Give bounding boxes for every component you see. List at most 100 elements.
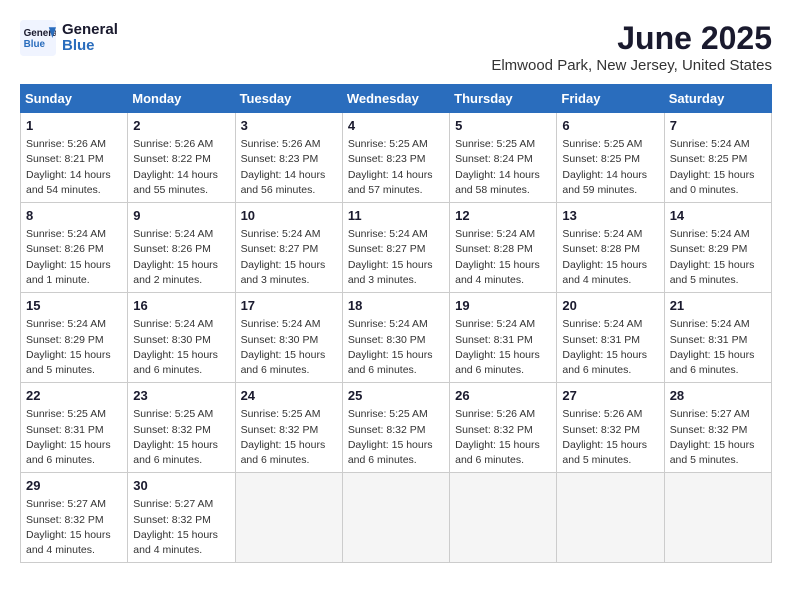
- day-number: 24: [241, 387, 337, 405]
- day-number: 22: [26, 387, 122, 405]
- logo-icon: General Blue: [20, 20, 56, 56]
- calendar-cell: [235, 473, 342, 563]
- day-number: 6: [562, 117, 658, 135]
- calendar-cell: 27 Sunrise: 5:26 AM Sunset: 8:32 PM Dayl…: [557, 383, 664, 473]
- calendar-cell: 10 Sunrise: 5:24 AM Sunset: 8:27 PM Dayl…: [235, 203, 342, 293]
- day-detail: Sunrise: 5:25 AM Sunset: 8:31 PM Dayligh…: [26, 407, 122, 468]
- day-detail: Sunrise: 5:26 AM Sunset: 8:21 PM Dayligh…: [26, 137, 122, 198]
- day-detail: Sunrise: 5:25 AM Sunset: 8:32 PM Dayligh…: [241, 407, 337, 468]
- calendar-cell: [557, 473, 664, 563]
- calendar-cell: [664, 473, 771, 563]
- day-detail: Sunrise: 5:26 AM Sunset: 8:32 PM Dayligh…: [455, 407, 551, 468]
- calendar-cell: 15 Sunrise: 5:24 AM Sunset: 8:29 PM Dayl…: [21, 293, 128, 383]
- calendar-cell: [342, 473, 449, 563]
- calendar-cell: 20 Sunrise: 5:24 AM Sunset: 8:31 PM Dayl…: [557, 293, 664, 383]
- day-detail: Sunrise: 5:24 AM Sunset: 8:28 PM Dayligh…: [455, 227, 551, 288]
- day-detail: Sunrise: 5:24 AM Sunset: 8:30 PM Dayligh…: [348, 317, 444, 378]
- calendar-cell: 6 Sunrise: 5:25 AM Sunset: 8:25 PM Dayli…: [557, 113, 664, 203]
- day-number: 3: [241, 117, 337, 135]
- day-number: 2: [133, 117, 229, 135]
- day-number: 9: [133, 207, 229, 225]
- weekday-header-monday: Monday: [128, 85, 235, 113]
- day-detail: Sunrise: 5:25 AM Sunset: 8:32 PM Dayligh…: [348, 407, 444, 468]
- calendar-cell: 28 Sunrise: 5:27 AM Sunset: 8:32 PM Dayl…: [664, 383, 771, 473]
- day-number: 25: [348, 387, 444, 405]
- day-detail: Sunrise: 5:24 AM Sunset: 8:26 PM Dayligh…: [26, 227, 122, 288]
- weekday-header-friday: Friday: [557, 85, 664, 113]
- day-number: 4: [348, 117, 444, 135]
- location-title: Elmwood Park, New Jersey, United States: [491, 57, 772, 74]
- calendar-table: SundayMondayTuesdayWednesdayThursdayFrid…: [20, 84, 772, 563]
- day-detail: Sunrise: 5:26 AM Sunset: 8:32 PM Dayligh…: [562, 407, 658, 468]
- logo-text-general: General: [62, 22, 118, 39]
- calendar-cell: 2 Sunrise: 5:26 AM Sunset: 8:22 PM Dayli…: [128, 113, 235, 203]
- calendar-cell: 18 Sunrise: 5:24 AM Sunset: 8:30 PM Dayl…: [342, 293, 449, 383]
- day-number: 14: [670, 207, 766, 225]
- day-number: 23: [133, 387, 229, 405]
- month-title: June 2025: [491, 20, 772, 57]
- calendar-cell: 16 Sunrise: 5:24 AM Sunset: 8:30 PM Dayl…: [128, 293, 235, 383]
- day-detail: Sunrise: 5:27 AM Sunset: 8:32 PM Dayligh…: [670, 407, 766, 468]
- calendar-cell: 19 Sunrise: 5:24 AM Sunset: 8:31 PM Dayl…: [450, 293, 557, 383]
- page-header: General Blue General Blue June 2025 Elmw…: [20, 20, 772, 74]
- day-detail: Sunrise: 5:24 AM Sunset: 8:30 PM Dayligh…: [133, 317, 229, 378]
- weekday-header-thursday: Thursday: [450, 85, 557, 113]
- logo: General Blue General Blue: [20, 20, 118, 56]
- day-detail: Sunrise: 5:27 AM Sunset: 8:32 PM Dayligh…: [26, 497, 122, 558]
- calendar-cell: 23 Sunrise: 5:25 AM Sunset: 8:32 PM Dayl…: [128, 383, 235, 473]
- calendar-cell: 17 Sunrise: 5:24 AM Sunset: 8:30 PM Dayl…: [235, 293, 342, 383]
- calendar-cell: 11 Sunrise: 5:24 AM Sunset: 8:27 PM Dayl…: [342, 203, 449, 293]
- day-detail: Sunrise: 5:25 AM Sunset: 8:24 PM Dayligh…: [455, 137, 551, 198]
- week-row-1: 1 Sunrise: 5:26 AM Sunset: 8:21 PM Dayli…: [21, 113, 772, 203]
- calendar-cell: 26 Sunrise: 5:26 AM Sunset: 8:32 PM Dayl…: [450, 383, 557, 473]
- day-detail: Sunrise: 5:25 AM Sunset: 8:32 PM Dayligh…: [133, 407, 229, 468]
- day-number: 12: [455, 207, 551, 225]
- day-detail: Sunrise: 5:24 AM Sunset: 8:27 PM Dayligh…: [241, 227, 337, 288]
- day-number: 8: [26, 207, 122, 225]
- day-number: 5: [455, 117, 551, 135]
- day-detail: Sunrise: 5:24 AM Sunset: 8:29 PM Dayligh…: [26, 317, 122, 378]
- week-row-5: 29 Sunrise: 5:27 AM Sunset: 8:32 PM Dayl…: [21, 473, 772, 563]
- day-number: 18: [348, 297, 444, 315]
- calendar-cell: 22 Sunrise: 5:25 AM Sunset: 8:31 PM Dayl…: [21, 383, 128, 473]
- weekday-header-row: SundayMondayTuesdayWednesdayThursdayFrid…: [21, 85, 772, 113]
- day-number: 15: [26, 297, 122, 315]
- day-detail: Sunrise: 5:25 AM Sunset: 8:23 PM Dayligh…: [348, 137, 444, 198]
- weekday-header-saturday: Saturday: [664, 85, 771, 113]
- day-detail: Sunrise: 5:27 AM Sunset: 8:32 PM Dayligh…: [133, 497, 229, 558]
- day-detail: Sunrise: 5:24 AM Sunset: 8:31 PM Dayligh…: [670, 317, 766, 378]
- day-number: 7: [670, 117, 766, 135]
- day-number: 20: [562, 297, 658, 315]
- day-number: 28: [670, 387, 766, 405]
- calendar-cell: 1 Sunrise: 5:26 AM Sunset: 8:21 PM Dayli…: [21, 113, 128, 203]
- title-block: June 2025 Elmwood Park, New Jersey, Unit…: [491, 20, 772, 74]
- day-detail: Sunrise: 5:24 AM Sunset: 8:27 PM Dayligh…: [348, 227, 444, 288]
- weekday-header-wednesday: Wednesday: [342, 85, 449, 113]
- day-detail: Sunrise: 5:24 AM Sunset: 8:25 PM Dayligh…: [670, 137, 766, 198]
- day-number: 17: [241, 297, 337, 315]
- day-number: 16: [133, 297, 229, 315]
- logo-text-blue: Blue: [62, 38, 118, 55]
- day-number: 29: [26, 477, 122, 495]
- calendar-cell: [450, 473, 557, 563]
- day-number: 26: [455, 387, 551, 405]
- calendar-cell: 29 Sunrise: 5:27 AM Sunset: 8:32 PM Dayl…: [21, 473, 128, 563]
- day-detail: Sunrise: 5:26 AM Sunset: 8:23 PM Dayligh…: [241, 137, 337, 198]
- calendar-cell: 21 Sunrise: 5:24 AM Sunset: 8:31 PM Dayl…: [664, 293, 771, 383]
- week-row-4: 22 Sunrise: 5:25 AM Sunset: 8:31 PM Dayl…: [21, 383, 772, 473]
- day-detail: Sunrise: 5:24 AM Sunset: 8:31 PM Dayligh…: [455, 317, 551, 378]
- day-detail: Sunrise: 5:24 AM Sunset: 8:28 PM Dayligh…: [562, 227, 658, 288]
- day-number: 1: [26, 117, 122, 135]
- weekday-header-tuesday: Tuesday: [235, 85, 342, 113]
- day-detail: Sunrise: 5:26 AM Sunset: 8:22 PM Dayligh…: [133, 137, 229, 198]
- svg-text:Blue: Blue: [24, 39, 46, 50]
- day-number: 21: [670, 297, 766, 315]
- calendar-cell: 13 Sunrise: 5:24 AM Sunset: 8:28 PM Dayl…: [557, 203, 664, 293]
- calendar-cell: 5 Sunrise: 5:25 AM Sunset: 8:24 PM Dayli…: [450, 113, 557, 203]
- calendar-cell: 8 Sunrise: 5:24 AM Sunset: 8:26 PM Dayli…: [21, 203, 128, 293]
- week-row-2: 8 Sunrise: 5:24 AM Sunset: 8:26 PM Dayli…: [21, 203, 772, 293]
- day-number: 11: [348, 207, 444, 225]
- day-number: 19: [455, 297, 551, 315]
- day-detail: Sunrise: 5:25 AM Sunset: 8:25 PM Dayligh…: [562, 137, 658, 198]
- day-detail: Sunrise: 5:24 AM Sunset: 8:31 PM Dayligh…: [562, 317, 658, 378]
